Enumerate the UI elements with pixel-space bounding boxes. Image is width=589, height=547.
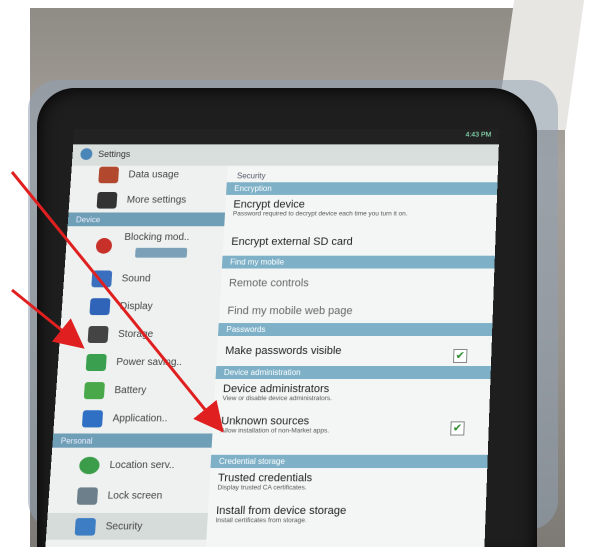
sound-icon	[91, 270, 113, 288]
section-credential-storage: Credential storage	[210, 454, 488, 469]
left-item-lock-screen[interactable]: Lock screen	[48, 482, 210, 509]
left-item-label: Storage	[117, 329, 154, 340]
section-label: Find my mobile	[229, 257, 285, 267]
section-passwords: Passwords	[218, 323, 493, 336]
pane-heading: Security	[236, 171, 266, 181]
display-icon	[89, 298, 111, 316]
left-item-label: Sound	[121, 273, 151, 285]
remote-controls-item[interactable]: Remote controls	[229, 277, 488, 289]
status-time: 4:43 PM	[465, 131, 492, 139]
encrypt-device-item[interactable]: Encrypt device Password required to decr…	[233, 199, 491, 218]
unknown-sources-item[interactable]: Unknown sources Allow installation of no…	[220, 415, 483, 436]
section-personal: Personal	[52, 433, 213, 448]
item-title: Encrypt device	[233, 198, 306, 211]
section-label: Passwords	[226, 325, 266, 335]
left-item-label: Data usage	[128, 169, 180, 181]
section-label: Personal	[60, 436, 93, 446]
section-device-administration: Device administration	[215, 365, 491, 380]
item-subtitle: View or disable device administrators.	[222, 395, 333, 403]
left-item-display[interactable]: Display	[61, 293, 220, 319]
white-border-left	[0, 0, 30, 547]
section-find-my-mobile: Find my mobile	[221, 255, 495, 269]
white-border-top	[0, 0, 589, 8]
left-item-label: Lock screen	[107, 490, 163, 502]
tablet-screen: 4:43 PM Settings Data usage More setting…	[45, 128, 500, 547]
left-item-label: Power saving..	[115, 356, 183, 369]
item-title: Encrypt external SD card	[230, 236, 353, 248]
unknown-sources-checkbox[interactable]: ✔	[450, 421, 465, 436]
security-settings-pane: Security Encryption Encrypt device Passw…	[205, 165, 499, 547]
left-item-sound[interactable]: Sound	[63, 266, 222, 292]
item-title: Unknown sources	[220, 415, 310, 428]
left-item-storage[interactable]: Storage	[59, 321, 219, 347]
left-item-label: Battery	[114, 385, 147, 397]
photo-scene: 4:43 PM Settings Data usage More setting…	[0, 0, 589, 547]
item-title: Find my mobile web page	[227, 305, 353, 318]
settings-category-list: Data usage More settings Device Blocking…	[45, 165, 228, 547]
settings-title: Settings	[97, 149, 131, 159]
data-usage-icon	[98, 166, 120, 184]
install-from-storage-item[interactable]: Install from device storage Install cert…	[215, 505, 480, 524]
settings-gear-icon	[80, 148, 93, 160]
find-mobile-web-item[interactable]: Find my mobile web page	[227, 305, 487, 317]
status-bar: 4:43 PM	[73, 128, 500, 145]
left-item-blocking-mode[interactable]: Blocking mod..	[65, 228, 224, 263]
left-item-security[interactable]: Security	[45, 512, 208, 540]
item-subtitle: Password required to decrypt device each…	[232, 210, 408, 218]
section-label: Credential storage	[218, 456, 286, 466]
item-title: Remote controls	[228, 277, 310, 290]
left-item-label: Security	[105, 521, 143, 533]
power-saving-icon	[85, 353, 107, 372]
section-label: Encryption	[234, 184, 272, 193]
left-item-battery[interactable]: Battery	[55, 377, 215, 403]
left-item-label: More settings	[126, 194, 187, 206]
application-icon	[81, 410, 104, 428]
blocking-mode-icon	[95, 237, 113, 254]
encrypt-sd-item[interactable]: Encrypt external SD card	[231, 236, 490, 248]
section-device: Device	[67, 212, 226, 227]
blocking-mode-toggle[interactable]	[135, 247, 188, 258]
item-title: Device administrators	[222, 383, 330, 396]
device-administrators-item[interactable]: Device administrators View or disable de…	[222, 383, 484, 402]
make-passwords-visible-item[interactable]: Make passwords visible ✔	[224, 344, 486, 363]
left-item-application[interactable]: Application..	[53, 405, 214, 431]
left-item-label: Application..	[112, 413, 168, 425]
section-label: Device administration	[223, 368, 301, 378]
security-icon	[74, 518, 97, 536]
make-passwords-visible-checkbox[interactable]: ✔	[452, 348, 468, 363]
storage-icon	[87, 326, 109, 343]
left-item-power-saving[interactable]: Power saving..	[57, 349, 217, 375]
left-item-label: Location serv..	[109, 459, 175, 472]
item-title: Install from device storage	[215, 504, 347, 518]
left-item-label: Blocking mod..	[124, 232, 190, 243]
item-title: Trusted credentials	[217, 472, 313, 485]
item-subtitle: Allow installation of non-Market apps.	[220, 427, 330, 435]
left-item-location[interactable]: Location serv..	[50, 452, 211, 478]
section-encryption: Encryption	[226, 182, 498, 195]
item-title: Make passwords visible	[224, 344, 342, 357]
left-item-label: Display	[119, 301, 153, 313]
item-subtitle: Install certificates from storage.	[215, 517, 308, 525]
battery-icon	[83, 382, 105, 400]
location-icon	[78, 456, 101, 475]
more-settings-icon	[96, 191, 118, 209]
item-subtitle: Display trusted CA certificates.	[217, 484, 307, 492]
trusted-credentials-item[interactable]: Trusted credentials Display trusted CA c…	[217, 472, 481, 491]
lock-screen-icon	[76, 487, 99, 505]
left-item-data-usage[interactable]: Data usage	[70, 162, 228, 187]
section-label: Device	[75, 215, 101, 225]
left-item-more-settings[interactable]: More settings	[69, 187, 227, 212]
